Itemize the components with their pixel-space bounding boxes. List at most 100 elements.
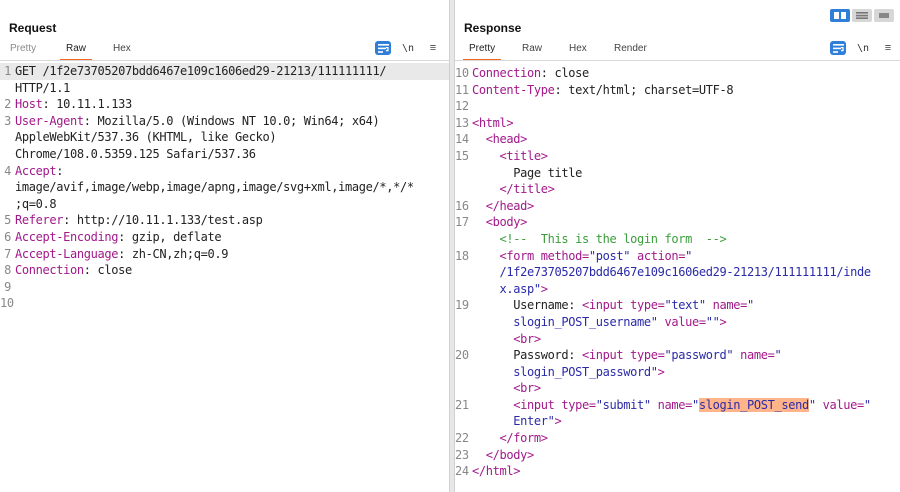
code-token: > — [719, 314, 727, 329]
code-line[interactable]: 21 <input type="submit" name="slogin_POS… — [455, 397, 900, 414]
response-tab-render[interactable]: Render — [614, 43, 647, 54]
request-tab-raw[interactable]: Raw — [59, 43, 93, 61]
newline-toggle-icon[interactable]: \n — [855, 41, 871, 55]
menu-icon[interactable]: ≡ — [425, 41, 441, 55]
code-line[interactable]: 7 Accept-Language: zh-CN,zh;q=0.9 — [0, 246, 449, 263]
code-token: slogin_POST_username" — [472, 314, 665, 329]
code-line[interactable]: slogin_POST_username" value=""> — [455, 314, 900, 331]
code-line[interactable]: HTTP/1.1 — [0, 80, 449, 97]
code-line[interactable]: x.asp"> — [455, 281, 900, 298]
code-line[interactable]: 12 — [455, 98, 900, 115]
code-line[interactable]: Chrome/108.0.5359.125 Safari/537.36 — [0, 146, 449, 163]
line-text: <br> — [472, 331, 900, 348]
code-token: <input — [582, 298, 631, 313]
code-line[interactable]: 8 Connection: close — [0, 262, 449, 279]
line-number: 6 — [4, 229, 11, 244]
code-line[interactable]: 17 <body> — [455, 214, 900, 231]
code-line[interactable]: 22 </form> — [455, 430, 900, 447]
code-line[interactable]: 14 <head> — [455, 131, 900, 148]
code-line[interactable]: 11 Content-Type: text/html; charset=UTF-8 — [455, 82, 900, 99]
line-text: <html> — [472, 115, 900, 132]
code-line[interactable]: image/avif,image/webp,image/apng,image/s… — [0, 179, 449, 196]
layout-top-bottom-icon[interactable] — [852, 9, 872, 22]
code-token: : http://10.11.1.133/test.asp — [63, 213, 263, 228]
line-number — [455, 331, 472, 348]
code-line[interactable]: <br> — [455, 331, 900, 348]
code-line[interactable]: 13 <html> — [455, 115, 900, 132]
menu-icon[interactable]: ≡ — [880, 41, 896, 55]
code-line[interactable]: /1f2e73705207bdd6467e109c1606ed29-21213/… — [455, 264, 900, 281]
code-token: AppleWebKit/537.36 (KHTML, like Gecko) — [15, 130, 277, 145]
code-token: type= — [561, 397, 596, 412]
code-line[interactable]: Enter"> — [455, 413, 900, 430]
code-token: <body> — [485, 215, 528, 230]
code-line[interactable]: <br> — [455, 380, 900, 397]
code-line[interactable]: slogin_POST_password"> — [455, 364, 900, 381]
code-token: /1f2e73705207bdd6467e109c1606ed29-21213/… — [472, 265, 871, 280]
response-title: Response — [464, 21, 522, 35]
code-line[interactable]: 10 — [0, 295, 449, 312]
line-number: 12 — [455, 99, 469, 114]
code-line[interactable]: AppleWebKit/537.36 (KHTML, like Gecko) — [0, 129, 449, 146]
code-line[interactable]: 23 </body> — [455, 447, 900, 464]
code-line[interactable]: 19 Username: <input type="text" name=" — [455, 297, 900, 314]
response-tab-pretty[interactable]: Pretty — [462, 43, 502, 61]
line-number: 20 — [455, 348, 469, 363]
code-line[interactable]: Page title — [455, 165, 900, 182]
line-number — [0, 179, 15, 196]
code-line[interactable]: 5 Referer: http://10.11.1.133/test.asp — [0, 212, 449, 229]
request-tab-hex[interactable]: Hex — [113, 43, 131, 54]
line-number: 7 — [4, 246, 11, 261]
line-text — [472, 98, 900, 115]
line-number — [0, 129, 15, 146]
line-text: GET /1f2e73705207bdd6467e109c1606ed29-21… — [15, 63, 449, 80]
code-line[interactable]: 18 <form method="post" action=" — [455, 248, 900, 265]
code-token: Content-Type — [472, 82, 555, 97]
code-line[interactable]: 9 — [0, 279, 449, 296]
request-editor[interactable]: 1 GET /1f2e73705207bdd6467e109c1606ed29-2… — [0, 62, 449, 492]
wrap-lines-icon[interactable] — [375, 41, 391, 55]
line-number — [455, 264, 472, 281]
line-number: 17 — [455, 215, 469, 230]
code-line[interactable]: 6 Accept-Encoding: gzip, deflate — [0, 229, 449, 246]
response-editor[interactable]: 10 Connection: close 11 Content-Type: text/… — [455, 62, 900, 492]
code-line[interactable]: 2 Host: 10.11.1.133 — [0, 96, 449, 113]
code-line[interactable]: 15 <title> — [455, 148, 900, 165]
response-tab-raw[interactable]: Raw — [522, 43, 542, 54]
code-line[interactable]: </title> — [455, 181, 900, 198]
response-tab-hex[interactable]: Hex — [569, 43, 587, 54]
line-number: 10 — [455, 66, 469, 80]
code-line[interactable]: 4 Accept: — [0, 163, 449, 180]
code-line[interactable]: 1 GET /1f2e73705207bdd6467e109c1606ed29-2… — [0, 63, 449, 80]
code-line[interactable]: 10 Connection: close — [455, 65, 900, 82]
code-token: : Mozilla/5.0 (Windows NT 10.0; Win64; x… — [83, 113, 380, 128]
code-token: method= — [540, 248, 589, 263]
line-text: <head> — [472, 131, 900, 148]
code-token: </body> — [485, 447, 534, 462]
code-line[interactable]: 16 </head> — [455, 198, 900, 215]
line-text: Accept-Language: zh-CN,zh;q=0.9 — [15, 246, 449, 263]
line-text: Connection: close — [472, 65, 900, 82]
code-line[interactable]: 3 User-Agent: Mozilla/5.0 (Windows NT 10.… — [0, 113, 449, 130]
code-token: <input — [513, 397, 562, 412]
code-line[interactable]: 20 Password: <input type="password" name… — [455, 347, 900, 364]
code-token: : — [56, 163, 64, 178]
line-number: 10 — [0, 296, 14, 311]
newline-toggle-icon[interactable]: \n — [400, 41, 416, 55]
line-text: Host: 10.11.1.133 — [15, 96, 449, 113]
layout-side-by-side-icon[interactable] — [830, 9, 850, 22]
line-text: Referer: http://10.11.1.133/test.asp — [15, 212, 449, 229]
code-line[interactable]: <!-- This is the login form --> — [455, 231, 900, 248]
layout-single-icon[interactable] — [874, 9, 894, 22]
line-number: 24 — [455, 464, 469, 479]
line-number: 16 — [455, 198, 469, 213]
wrap-lines-icon[interactable] — [830, 41, 846, 55]
request-tab-pretty[interactable]: Pretty — [10, 43, 36, 54]
line-text: <input type="submit" name="slogin_POST_s… — [472, 397, 900, 414]
line-number — [455, 231, 472, 248]
code-line[interactable]: 24 </html> — [455, 463, 900, 480]
code-line[interactable]: ;q=0.8 — [0, 196, 449, 213]
